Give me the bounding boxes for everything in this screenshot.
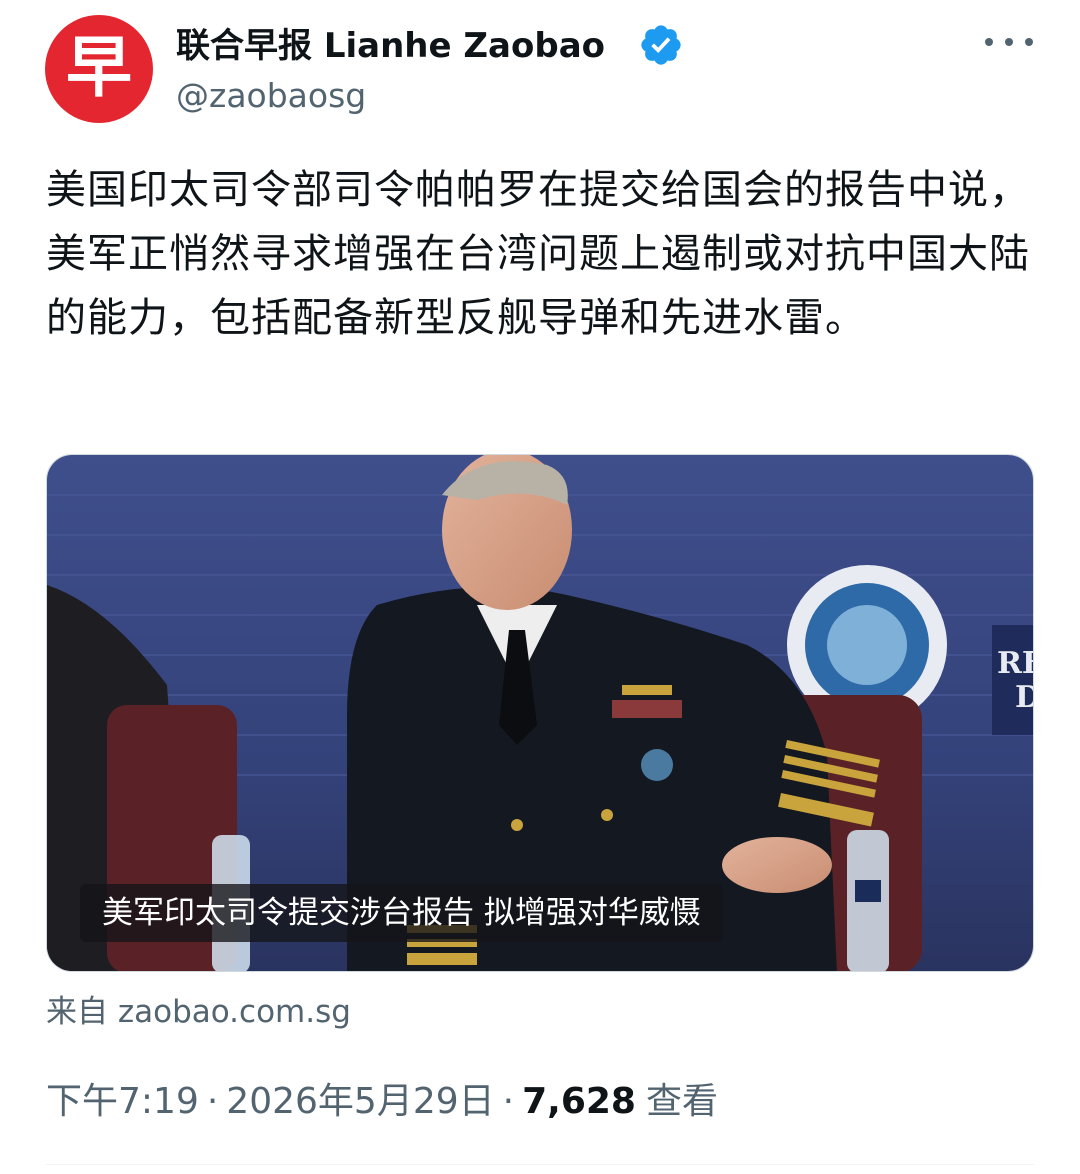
display-name[interactable]: 联合早报 Lianhe Zaobao bbox=[176, 18, 605, 67]
tweet-time[interactable]: 下午7:19 bbox=[46, 1072, 199, 1124]
views-count[interactable]: 7,628 bbox=[522, 1081, 636, 1122]
svg-text:RE: RE bbox=[997, 646, 1034, 681]
tweet-date[interactable]: 2026年5月29日 bbox=[226, 1072, 494, 1124]
views-label[interactable]: 查看 bbox=[646, 1072, 718, 1124]
user-handle[interactable]: @zaobaosg bbox=[176, 76, 366, 115]
media-caption: 美军印太司令提交涉台报告 拟增强对华威慑 bbox=[80, 884, 723, 942]
avatar[interactable]: 早 bbox=[45, 15, 153, 123]
link-source[interactable]: 来自 zaobao.com.sg bbox=[46, 986, 351, 1031]
meta-separator: · bbox=[502, 1081, 515, 1122]
verified-badge-icon bbox=[641, 25, 681, 65]
tweet-text: 美国印太司令部司令帕帕罗在提交给国会的报告中说，美军正悄然寻求增强在台湾问题上遏… bbox=[46, 167, 1030, 341]
more-options-icon[interactable] bbox=[985, 30, 1033, 54]
svg-text:D: D bbox=[1015, 680, 1034, 715]
tweet-meta: 下午7:19 · 2026年5月29日 · 7,628 查看 bbox=[46, 1072, 718, 1124]
meta-separator: · bbox=[206, 1081, 219, 1122]
divider bbox=[46, 1164, 1034, 1165]
avatar-logo: 早 bbox=[66, 28, 132, 106]
